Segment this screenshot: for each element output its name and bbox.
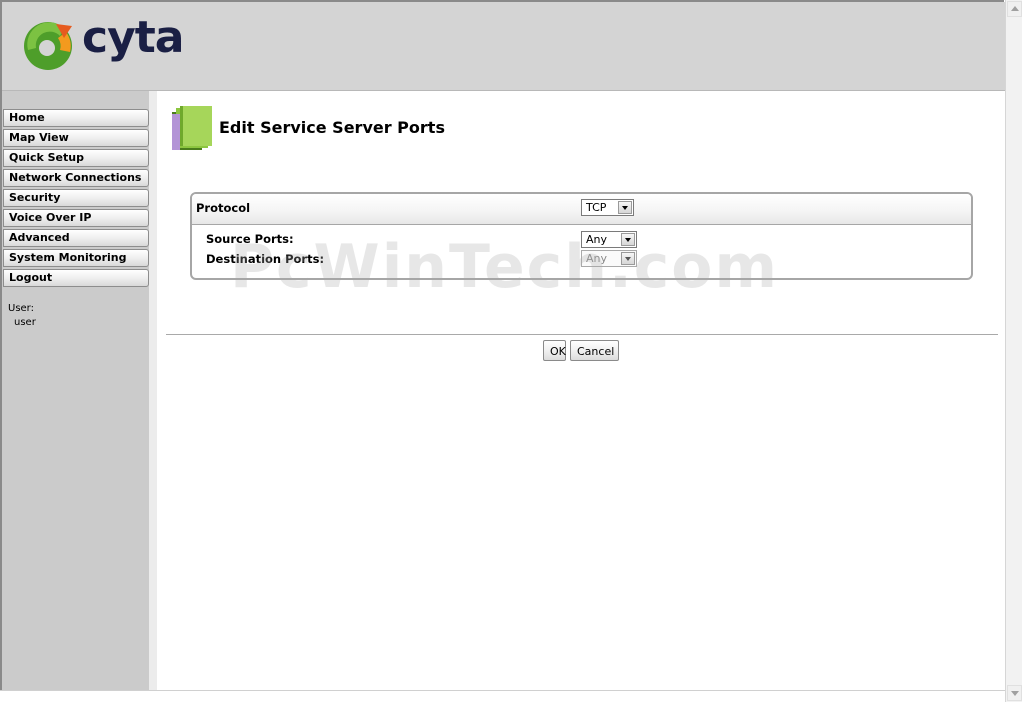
destination-ports-label: Destination Ports: bbox=[206, 252, 325, 266]
sidebar-item-quick-setup[interactable]: Quick Setup bbox=[3, 149, 149, 167]
scroll-down-icon[interactable] bbox=[1007, 685, 1022, 701]
form-panel: Protocol TCP Source Ports: Any Destinati… bbox=[190, 192, 973, 280]
destination-ports-value: Any bbox=[586, 252, 608, 265]
sidebar-item-home[interactable]: Home bbox=[3, 109, 149, 127]
sidebar-item-system-monitoring[interactable]: System Monitoring bbox=[3, 249, 149, 267]
sidebar-item-map-view[interactable]: Map View bbox=[3, 129, 149, 147]
brand-wordmark: cyta bbox=[82, 12, 184, 63]
sidebar-item-security[interactable]: Security bbox=[3, 189, 149, 207]
source-ports-select[interactable]: Any bbox=[581, 231, 637, 248]
cancel-button[interactable]: Cancel bbox=[570, 340, 619, 361]
chevron-down-icon[interactable] bbox=[621, 252, 635, 265]
destination-ports-select[interactable]: Any bbox=[581, 250, 637, 267]
chevron-down-icon[interactable] bbox=[618, 201, 632, 214]
divider bbox=[166, 334, 998, 335]
ok-button[interactable]: OK bbox=[543, 340, 566, 361]
protocol-select[interactable]: TCP bbox=[581, 199, 634, 216]
header-banner: cyta bbox=[2, 2, 1005, 91]
chevron-down-icon[interactable] bbox=[621, 233, 635, 246]
sidebar-item-voice-over-ip[interactable]: Voice Over IP bbox=[3, 209, 149, 227]
swirl-icon bbox=[24, 22, 72, 70]
page-title: Edit Service Server Ports bbox=[219, 118, 445, 137]
source-ports-value: Any bbox=[586, 233, 608, 246]
sidebar-edge bbox=[149, 91, 157, 690]
user-label: User: bbox=[8, 303, 34, 314]
sidebar-nav: Home Map View Quick Setup Network Connec… bbox=[3, 109, 149, 289]
user-value: user bbox=[14, 317, 36, 328]
vertical-scrollbar[interactable] bbox=[1005, 0, 1022, 702]
sidebar: Home Map View Quick Setup Network Connec… bbox=[2, 91, 150, 690]
sidebar-item-advanced[interactable]: Advanced bbox=[3, 229, 149, 247]
source-ports-label: Source Ports: bbox=[206, 232, 294, 246]
protocol-label: Protocol bbox=[196, 201, 251, 215]
sidebar-item-logout[interactable]: Logout bbox=[3, 269, 149, 287]
sidebar-item-network-connections[interactable]: Network Connections bbox=[3, 169, 149, 187]
scroll-up-icon[interactable] bbox=[1007, 1, 1022, 17]
user-info: User: user bbox=[8, 303, 36, 328]
protocol-value: TCP bbox=[586, 201, 607, 214]
folder-book-icon bbox=[172, 106, 212, 150]
bottom-edge bbox=[0, 690, 1005, 703]
